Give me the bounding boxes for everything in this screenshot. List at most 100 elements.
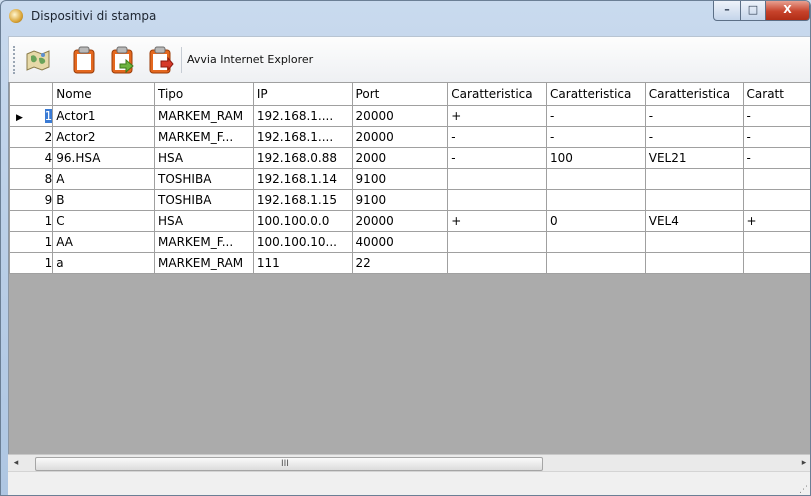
table-row[interactable]: 2 Actor2 MARKEM_F... 192.168.1.... 20000- - - - bbox=[8, 126, 810, 148]
grid-cell[interactable] bbox=[644, 189, 744, 211]
grid-cell[interactable]: HSA bbox=[154, 210, 254, 232]
table-row[interactable]: ▶ 1 Actor1 MARKEM_RAM 192.168.1.... 20000 + - - - bbox=[8, 105, 810, 127]
grid-cell[interactable]: 22 bbox=[351, 252, 449, 274]
grid-cell[interactable] bbox=[546, 189, 646, 211]
grid-cell[interactable]: 20000 bbox=[351, 126, 449, 148]
row-header[interactable]: 9 bbox=[8, 189, 54, 211]
grid-cell[interactable]: Actor2 bbox=[52, 126, 156, 148]
grid-cell[interactable]: C bbox=[52, 210, 156, 232]
resize-grip-icon[interactable]: ⋰ bbox=[799, 485, 808, 495]
grid-cell[interactable]: - bbox=[447, 126, 548, 148]
grid-cell[interactable]: + bbox=[742, 210, 810, 232]
grid-cell[interactable]: - bbox=[447, 147, 548, 169]
grid-cell[interactable] bbox=[447, 231, 548, 253]
table-row[interactable]: 1 a MARKEM_RAM 111 22 bbox=[8, 252, 810, 274]
corner-cell[interactable] bbox=[8, 82, 54, 106]
horizontal-scrollbar[interactable]: ◂ III ▸ bbox=[8, 454, 810, 472]
title-bar[interactable]: Dispositivi di stampa – □ X bbox=[1, 1, 810, 31]
column-header-caratteristica-4[interactable]: Caratt bbox=[742, 82, 810, 106]
grid-cell[interactable]: - bbox=[742, 105, 810, 127]
column-header-caratteristica-1[interactable]: Caratteristica bbox=[447, 82, 548, 106]
grid-cell[interactable]: 2000 bbox=[351, 147, 449, 169]
grid-cell[interactable]: 192.168.0.88 bbox=[252, 147, 353, 169]
minimize-button[interactable]: – bbox=[713, 1, 741, 21]
grid-cell[interactable] bbox=[546, 252, 646, 274]
grid-cell[interactable]: AA bbox=[52, 231, 156, 253]
grid-cell[interactable]: 192.168.1.... bbox=[252, 105, 353, 127]
column-header-nome[interactable]: Nome bbox=[52, 82, 156, 106]
grid-cell[interactable]: HSA bbox=[154, 147, 254, 169]
grid-cell[interactable]: 192.168.1.15 bbox=[252, 189, 353, 211]
grid-cell[interactable]: 111 bbox=[252, 252, 353, 274]
grid-cell[interactable]: TOSHIBA bbox=[154, 168, 254, 190]
grid-cell[interactable] bbox=[644, 168, 744, 190]
toolbar-grip[interactable] bbox=[13, 46, 18, 74]
grid-cell[interactable]: 192.168.1.... bbox=[252, 126, 353, 148]
grid-cell[interactable]: + bbox=[447, 105, 548, 127]
row-header[interactable]: 8 bbox=[8, 168, 54, 190]
row-header[interactable]: ▶ 1 bbox=[8, 105, 54, 127]
grid-cell[interactable] bbox=[742, 231, 810, 253]
grid-cell[interactable] bbox=[644, 231, 744, 253]
grid-cell[interactable]: MARKEM_RAM bbox=[154, 252, 254, 274]
grid-cell[interactable]: 96.HSA bbox=[52, 147, 156, 169]
scroll-right-icon[interactable]: ▸ bbox=[796, 455, 810, 472]
row-header[interactable]: 4 bbox=[8, 147, 54, 169]
grid-cell[interactable]: - bbox=[644, 126, 744, 148]
grid-cell[interactable]: a bbox=[52, 252, 156, 274]
grid-cell[interactable]: VEL21 bbox=[644, 147, 744, 169]
grid-cell[interactable]: 9100 bbox=[351, 189, 449, 211]
grid-cell[interactable]: 20000 bbox=[351, 210, 449, 232]
clipboard-check-button[interactable] bbox=[107, 45, 137, 75]
column-header-port[interactable]: Port bbox=[351, 82, 449, 106]
grid-cell[interactable]: 100 bbox=[546, 147, 646, 169]
clipboard-button[interactable] bbox=[69, 45, 99, 75]
grid-cell[interactable] bbox=[546, 231, 646, 253]
row-header[interactable]: 1 bbox=[8, 231, 54, 253]
scroll-left-icon[interactable]: ◂ bbox=[8, 455, 24, 472]
grid-cell[interactable]: - bbox=[546, 126, 646, 148]
grid-cell[interactable]: MARKEM_RAM bbox=[154, 105, 254, 127]
column-header-ip[interactable]: IP bbox=[252, 82, 353, 106]
maximize-button[interactable]: □ bbox=[740, 1, 766, 21]
table-row[interactable]: 9 B TOSHIBA 192.168.1.15 9100 bbox=[8, 189, 810, 211]
grid-cell[interactable] bbox=[447, 252, 548, 274]
grid-cell[interactable]: 100.100.0.0 bbox=[252, 210, 353, 232]
grid-cell[interactable]: 100.100.10... bbox=[252, 231, 353, 253]
grid-cell[interactable] bbox=[447, 189, 548, 211]
column-header-caratteristica-3[interactable]: Caratteristica bbox=[644, 82, 744, 106]
close-button[interactable]: X bbox=[765, 1, 810, 21]
column-header-tipo[interactable]: Tipo bbox=[154, 82, 254, 106]
grid-cell[interactable]: + bbox=[447, 210, 548, 232]
grid-cell[interactable]: TOSHIBA bbox=[154, 189, 254, 211]
row-header[interactable]: 1 bbox=[8, 210, 54, 232]
table-row[interactable]: 1 AA MARKEM_F... 100.100.10... 40000 bbox=[8, 231, 810, 253]
grid-cell[interactable]: - bbox=[546, 105, 646, 127]
grid-cell[interactable]: Actor1 bbox=[52, 105, 156, 127]
clipboard-delete-button[interactable] bbox=[145, 45, 175, 75]
column-header-caratteristica-2[interactable]: Caratteristica bbox=[546, 82, 646, 106]
scrollbar-thumb[interactable]: III bbox=[35, 457, 543, 471]
grid-cell[interactable]: - bbox=[644, 105, 744, 127]
grid-cell[interactable] bbox=[742, 252, 810, 274]
table-row[interactable]: 1 C HSA 100.100.0.0 20000 +0 VEL4 + bbox=[8, 210, 810, 232]
grid-cell[interactable] bbox=[742, 189, 810, 211]
grid-cell[interactable]: 192.168.1.14 bbox=[252, 168, 353, 190]
table-row[interactable]: 8 A TOSHIBA 192.168.1.14 9100 bbox=[8, 168, 810, 190]
launch-ie-button[interactable]: Avvia Internet Explorer bbox=[187, 53, 313, 66]
world-map-button[interactable] bbox=[23, 45, 53, 75]
grid-cell[interactable]: VEL4 bbox=[644, 210, 744, 232]
grid-cell[interactable]: A bbox=[52, 168, 156, 190]
grid-cell[interactable] bbox=[644, 252, 744, 274]
grid-cell[interactable]: MARKEM_F... bbox=[154, 231, 254, 253]
grid-cell[interactable]: B bbox=[52, 189, 156, 211]
grid-cell[interactable]: 40000 bbox=[351, 231, 449, 253]
grid-cell[interactable]: 9100 bbox=[351, 168, 449, 190]
grid-cell[interactable]: MARKEM_F... bbox=[154, 126, 254, 148]
row-header[interactable]: 2 bbox=[8, 126, 54, 148]
row-header[interactable]: 1 bbox=[8, 252, 54, 274]
grid-cell[interactable]: - bbox=[742, 126, 810, 148]
table-row[interactable]: 4 96.HSA HSA 192.168.0.88 2000-100 VEL21- bbox=[8, 147, 810, 169]
grid-cell[interactable]: - bbox=[742, 147, 810, 169]
grid-cell[interactable]: 20000 bbox=[351, 105, 449, 127]
